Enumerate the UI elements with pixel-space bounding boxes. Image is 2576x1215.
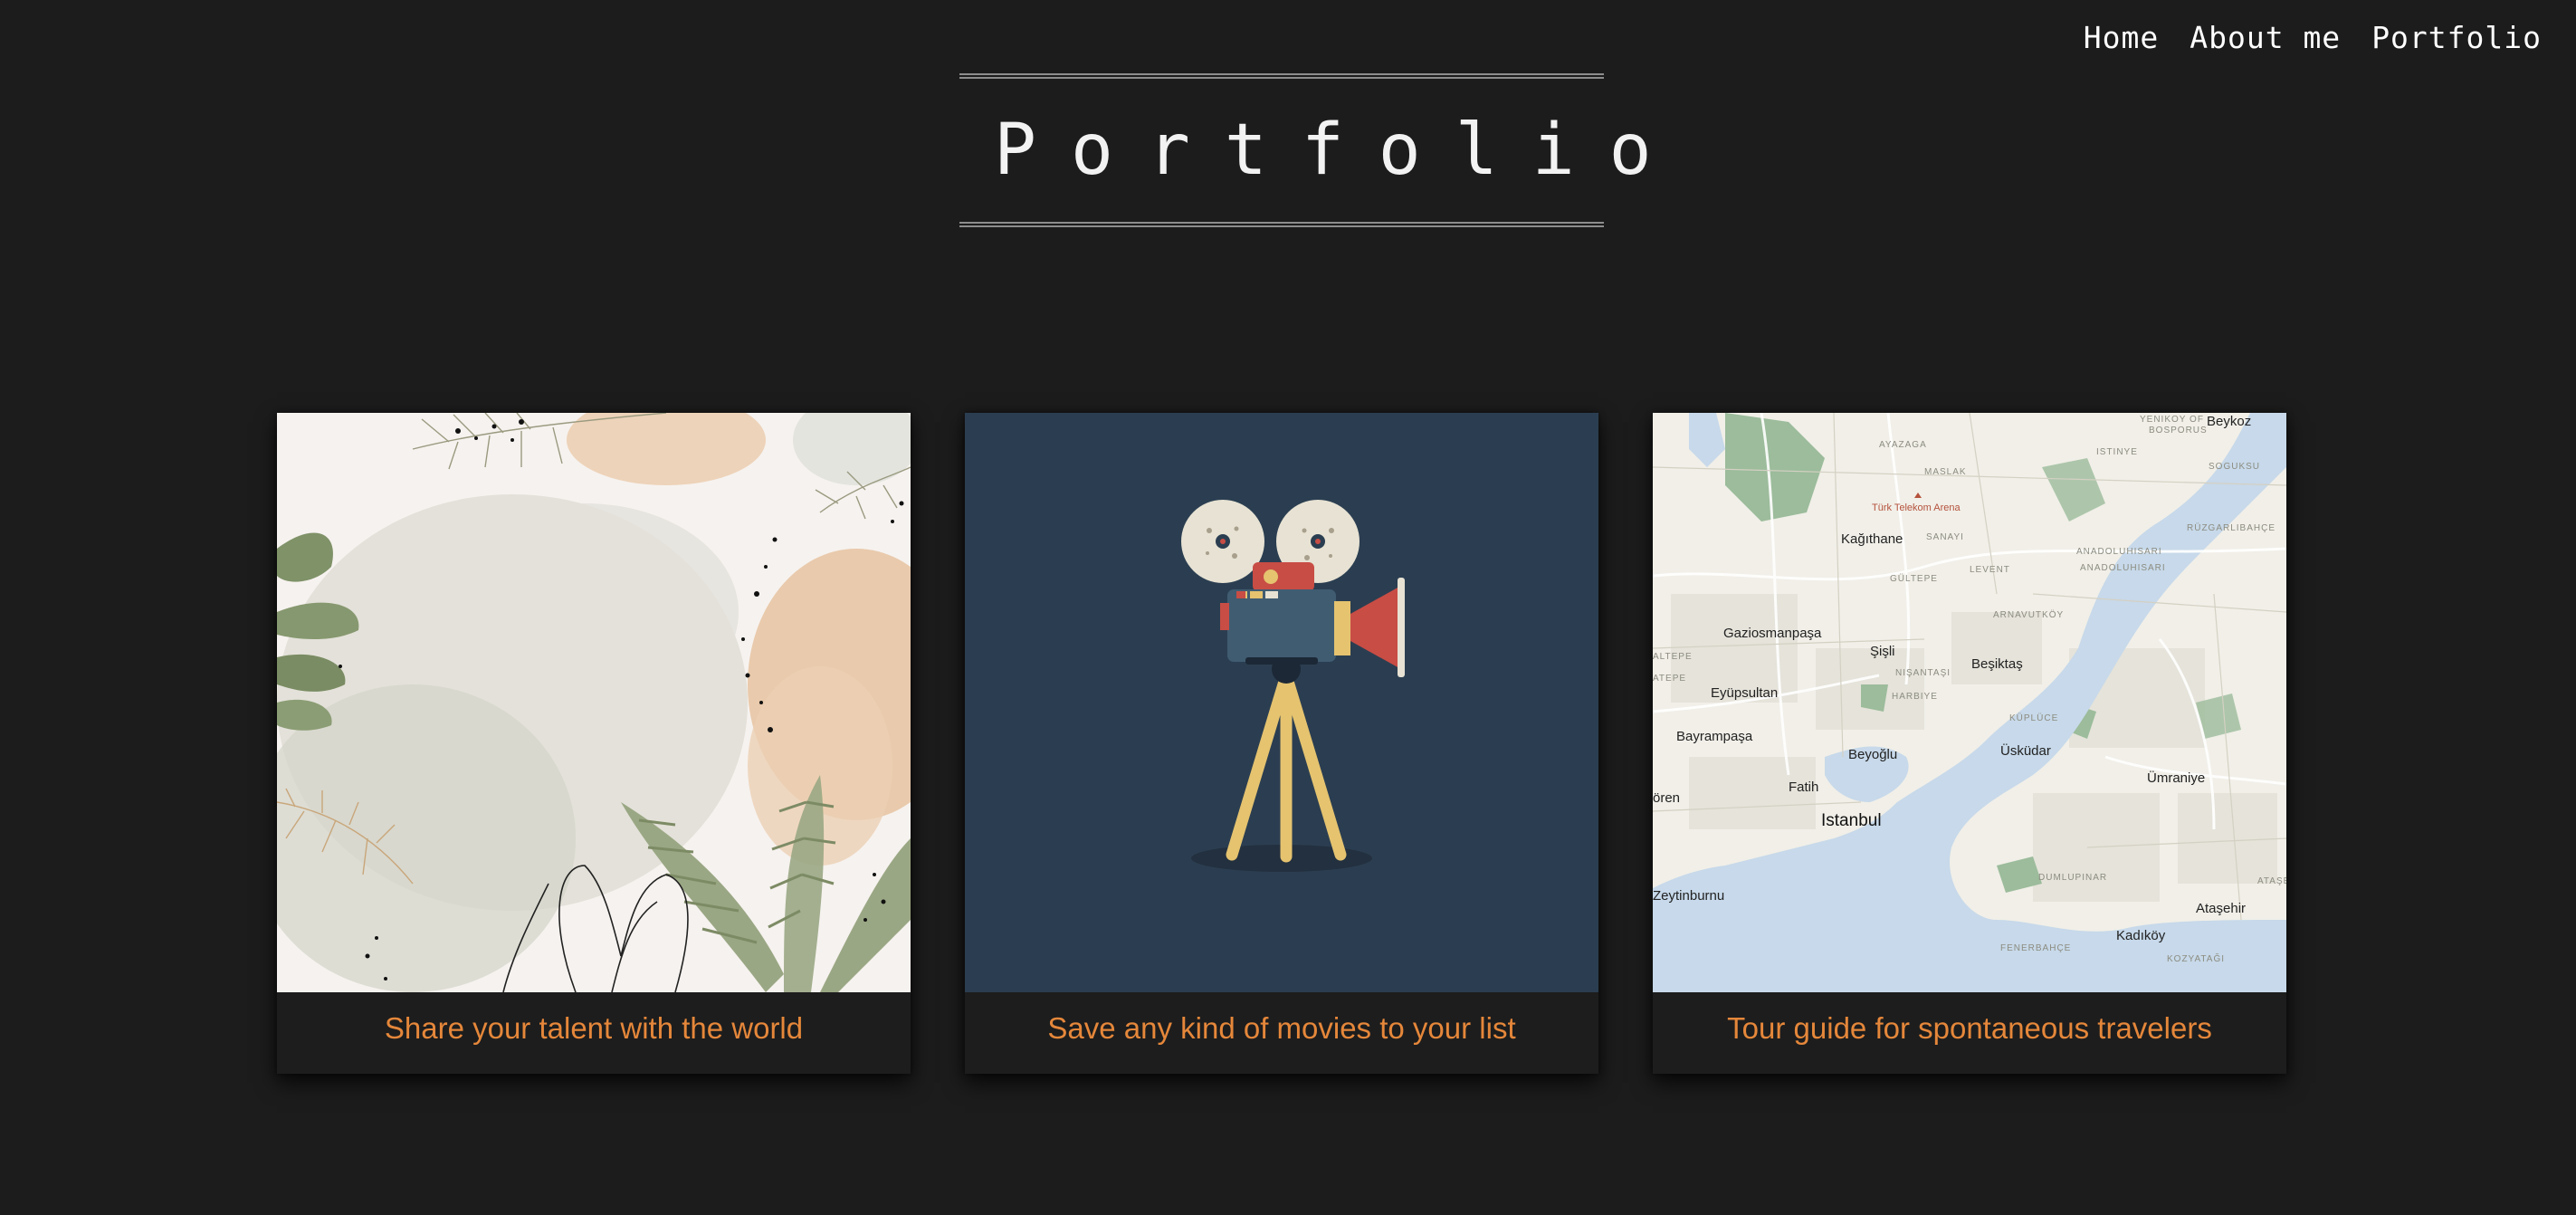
card-image-botanical: [277, 413, 911, 992]
svg-text:ALTEPE: ALTEPE: [1653, 652, 1693, 662]
svg-text:Fatih: Fatih: [1789, 780, 1818, 795]
svg-text:KOZYATAĞI: KOZYATAĞI: [2167, 952, 2225, 964]
movie-camera-icon: [965, 413, 1598, 992]
svg-text:Kağıthane: Kağıthane: [1841, 531, 1903, 547]
svg-text:GÜLTEPE: GÜLTEPE: [1890, 573, 1938, 584]
svg-text:Bayrampaşa: Bayrampaşa: [1676, 729, 1753, 744]
svg-text:Eyüpsultan: Eyüpsultan: [1711, 685, 1778, 701]
svg-text:Beykoz: Beykoz: [2207, 414, 2251, 429]
svg-text:Zeytinburnu: Zeytinburnu: [1653, 888, 1724, 904]
svg-text:ANADOLUHISARI: ANADOLUHISARI: [2080, 563, 2166, 573]
svg-text:YENIKOY OF: YENIKOY OF: [2140, 415, 2204, 425]
svg-text:KÜPLÜCE: KÜPLÜCE: [2009, 713, 2058, 723]
card-caption: Tour guide for spontaneous travelers: [1727, 1011, 2212, 1045]
nav-about-link[interactable]: About me: [2190, 20, 2341, 55]
svg-text:SANAYI: SANAYI: [1926, 532, 1964, 542]
svg-text:Şişli: Şişli: [1870, 644, 1895, 659]
svg-text:MASLAK: MASLAK: [1924, 467, 1967, 477]
title-bottom-rule: [959, 222, 1604, 227]
portfolio-card-talent[interactable]: Share your talent with the world: [277, 413, 911, 1074]
svg-text:FENERBAHÇE: FENERBAHÇE: [2000, 943, 2071, 953]
svg-text:Kadıköy: Kadıköy: [2116, 928, 2166, 943]
svg-text:Türk Telekom Arena: Türk Telekom Arena: [1872, 502, 1961, 513]
nav-portfolio-link[interactable]: Portfolio: [2371, 20, 2542, 55]
svg-text:ATAŞE: ATAŞE: [2257, 876, 2286, 886]
card-image-movie: [965, 413, 1598, 992]
svg-text:Beyoğlu: Beyoğlu: [1848, 747, 1897, 762]
page-title-box: Portfolio: [959, 73, 1686, 227]
svg-text:Üsküdar: Üsküdar: [2000, 742, 2051, 759]
page-title: Portfolio: [994, 110, 1686, 191]
portfolio-cards: Share your talent with the world Save an…: [277, 413, 2286, 1074]
svg-text:ARNAVUTKÖY: ARNAVUTKÖY: [1993, 609, 2064, 620]
botanical-watercolor-illustration: [277, 413, 911, 992]
svg-text:Beşiktaş: Beşiktaş: [1971, 656, 2023, 672]
svg-text:BOSPORUS: BOSPORUS: [2149, 426, 2208, 435]
svg-text:Ataşehir: Ataşehir: [2196, 901, 2246, 916]
card-caption: Save any kind of movies to your list: [1047, 1011, 1516, 1045]
svg-text:DUMLUPINAR: DUMLUPINAR: [2038, 873, 2107, 883]
portfolio-card-tour[interactable]: Beykoz Kağıthane Gaziosmanpaşa Şişli Beş…: [1653, 413, 2286, 1074]
svg-text:Istanbul: Istanbul: [1821, 811, 1882, 830]
portfolio-card-movies[interactable]: Save any kind of movies to your list: [965, 413, 1598, 1074]
card-image-map: Beykoz Kağıthane Gaziosmanpaşa Şişli Beş…: [1653, 413, 2286, 992]
svg-text:ATEPE: ATEPE: [1653, 674, 1686, 684]
svg-text:AYAZAGA: AYAZAGA: [1879, 440, 1927, 450]
svg-text:ISTINYE: ISTINYE: [2096, 447, 2138, 457]
nav-home-link[interactable]: Home: [2084, 20, 2159, 55]
title-top-rule: [959, 73, 1604, 79]
card-caption: Share your talent with the world: [384, 1011, 804, 1045]
svg-text:LEVENT: LEVENT: [1970, 565, 2010, 575]
svg-text:HARBIYE: HARBIYE: [1892, 692, 1938, 702]
istanbul-map-illustration: Beykoz Kağıthane Gaziosmanpaşa Şişli Beş…: [1653, 413, 2286, 992]
top-nav: Home About me Portfolio: [2084, 20, 2542, 55]
svg-text:ANADOLUHISARI: ANADOLUHISARI: [2076, 547, 2162, 557]
svg-text:Gaziosmanpaşa: Gaziosmanpaşa: [1723, 626, 1822, 641]
svg-text:SOGUKSU: SOGUKSU: [2209, 462, 2260, 472]
svg-text:NIŞANTAŞI: NIŞANTAŞI: [1895, 668, 1951, 678]
svg-text:RÜZGARLIBAHÇE: RÜZGARLIBAHÇE: [2187, 522, 2275, 533]
svg-text:Ümraniye: Ümraniye: [2147, 770, 2205, 786]
svg-text:ören: ören: [1653, 790, 1680, 806]
